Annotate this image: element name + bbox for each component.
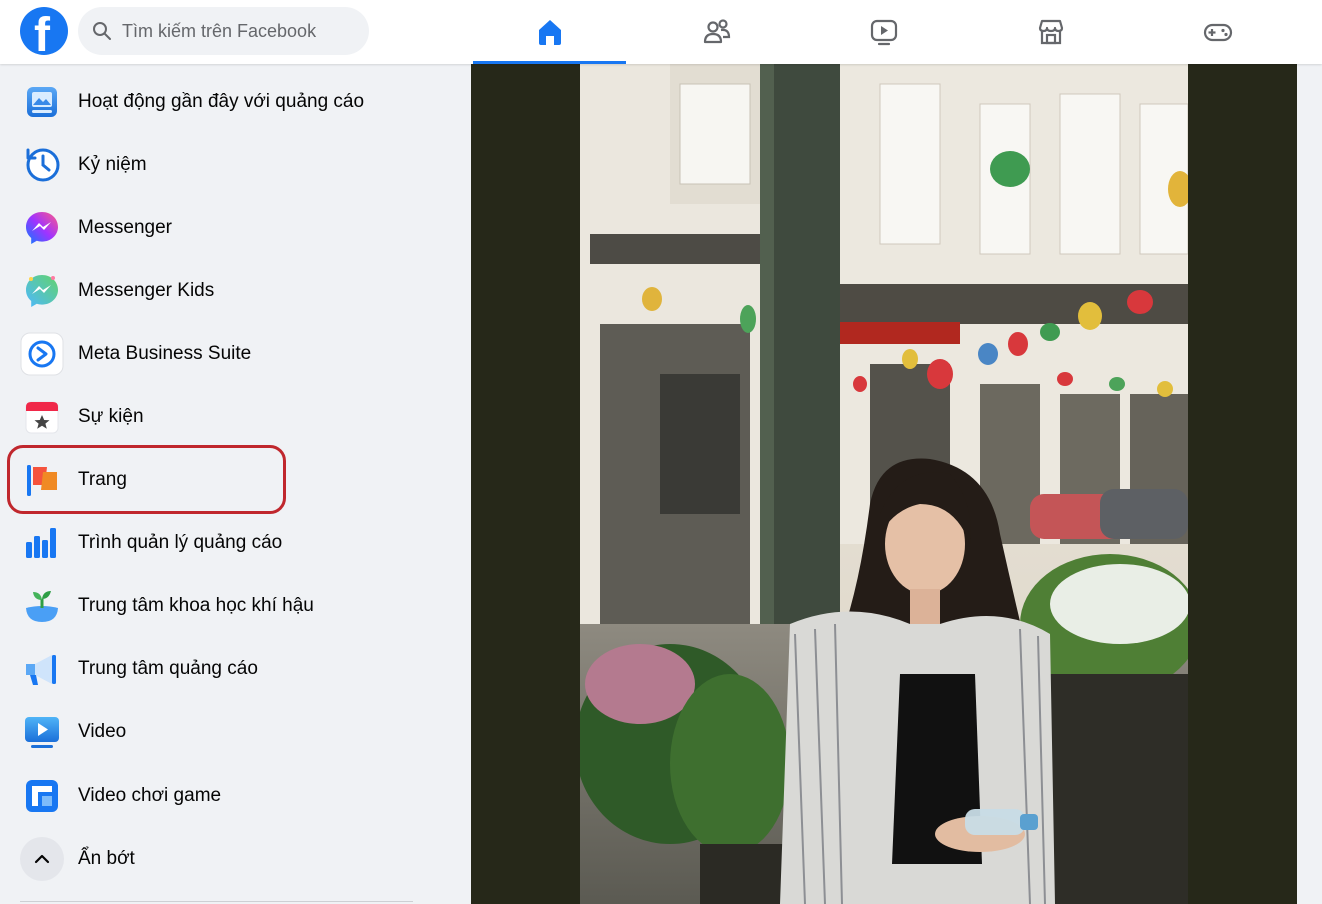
gaming-video-icon [20, 774, 64, 818]
meta-business-suite-icon [20, 332, 64, 376]
top-navigation-bar: f [0, 0, 1322, 64]
sidebar-item-label: Video chơi game [78, 785, 222, 806]
tab-marketplace[interactable] [974, 0, 1127, 64]
scrollbar-gutter[interactable] [1297, 64, 1322, 904]
photo-illustration [580, 64, 1188, 904]
messenger-icon [20, 206, 64, 250]
video-icon [20, 710, 64, 754]
tab-friends[interactable] [640, 0, 793, 64]
sidebar-item-label: Kỷ niệm [78, 154, 147, 175]
gamepad-icon [1203, 23, 1232, 42]
sidebar-item-climate-science[interactable]: Trung tâm khoa học khí hậu [8, 577, 448, 635]
marketplace-icon [1038, 19, 1063, 45]
sidebar-item-label: Trình quản lý quảng cáo [78, 532, 283, 553]
sidebar-item-label: Meta Business Suite [78, 343, 252, 364]
sidebar-item-label: Trung tâm quảng cáo [78, 658, 258, 679]
sidebar-item-ad-center[interactable]: Trung tâm quảng cáo [8, 640, 448, 698]
tab-watch[interactable] [807, 0, 960, 64]
tab-home[interactable] [473, 0, 626, 64]
messenger-kids-icon [20, 269, 64, 313]
sidebar-item-messenger-kids[interactable]: Messenger Kids [8, 262, 448, 320]
ad-activity-icon [20, 80, 64, 124]
sidebar-item-label: Messenger [78, 217, 172, 238]
sidebar-item-see-less[interactable]: Ẩn bớt [8, 830, 448, 888]
sidebar-item-label: Video [78, 721, 127, 742]
sidebar-item-events[interactable]: Sự kiện [8, 388, 448, 446]
sidebar-item-gaming-video[interactable]: Video chơi game [8, 767, 448, 825]
events-calendar-icon [20, 395, 64, 439]
sidebar-item-ads-manager[interactable]: Trình quản lý quảng cáo [8, 514, 448, 572]
ads-manager-icon [20, 521, 64, 565]
facebook-logo-letter: f [34, 9, 50, 62]
sidebar-item-label: Messenger Kids [78, 280, 215, 301]
search-box[interactable] [78, 7, 369, 55]
memories-clock-icon [20, 143, 64, 187]
sidebar-item-label: Sự kiện [78, 406, 144, 427]
sidebar-item-video[interactable]: Video [8, 703, 448, 761]
sidebar-item-memories[interactable]: Kỷ niệm [8, 136, 448, 194]
sidebar-item-label: Hoạt động gần đây với quảng cáo [78, 91, 365, 112]
tab-gaming[interactable] [1141, 0, 1294, 64]
climate-science-icon [20, 584, 64, 628]
home-icon [538, 20, 561, 45]
feed-media-viewer [471, 64, 1297, 904]
facebook-logo[interactable]: f [20, 7, 68, 62]
post-photo[interactable] [580, 64, 1188, 904]
search-input[interactable] [122, 7, 357, 55]
sidebar-divider [20, 901, 413, 902]
sidebar-item-messenger[interactable]: Messenger [8, 199, 448, 257]
video-play-icon [870, 19, 897, 46]
friends-icon [703, 19, 730, 44]
highlight-annotation-box [7, 445, 286, 514]
sidebar-item-label: Ẩn bớt [78, 848, 135, 869]
sidebar-item-meta-business-suite[interactable]: Meta Business Suite [8, 325, 448, 383]
sidebar-item-label: Trung tâm khoa học khí hậu [78, 595, 314, 616]
ad-center-megaphone-icon [20, 647, 64, 691]
chevron-up-icon [20, 837, 64, 881]
search-icon [93, 22, 111, 40]
sidebar-item-ad-activity[interactable]: Hoạt động gần đây với quảng cáo [8, 73, 448, 131]
